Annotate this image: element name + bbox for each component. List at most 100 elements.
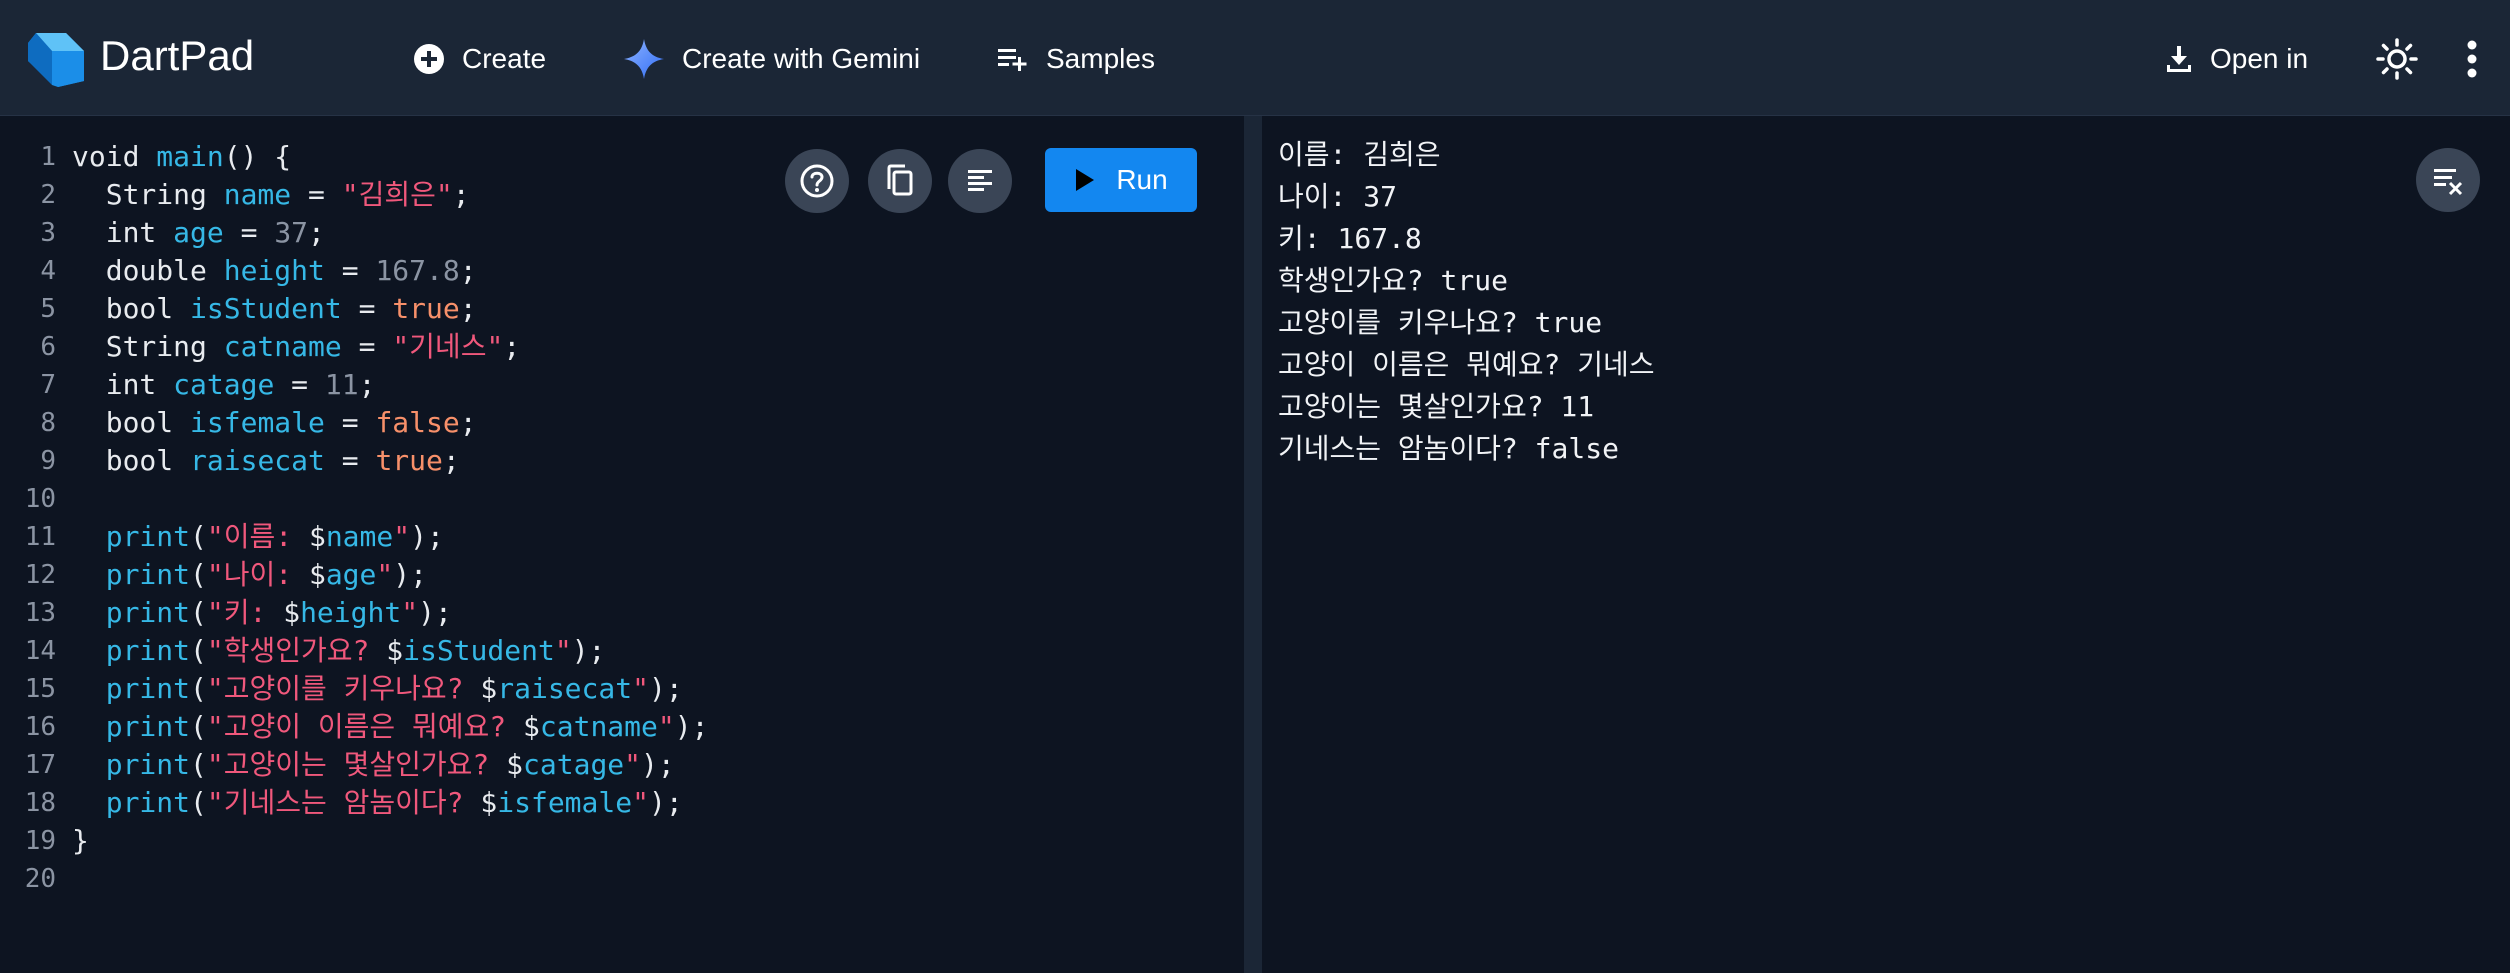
code-line[interactable] xyxy=(72,860,708,898)
code-token: " xyxy=(624,748,642,781)
code-token: isfemale xyxy=(497,786,633,819)
code-token: " xyxy=(393,520,411,553)
code-line[interactable]: bool raisecat = true; xyxy=(72,442,708,480)
code-line[interactable]: print("고양이 이름은 뭐예요? $catname"); xyxy=(72,708,709,746)
code-line[interactable] xyxy=(72,480,708,518)
code-line[interactable]: int age = 37; xyxy=(72,214,708,252)
code-token: catname xyxy=(539,710,658,743)
clear-console-button[interactable] xyxy=(2416,148,2480,212)
code-token: print xyxy=(105,786,191,819)
code-line[interactable]: void main() { xyxy=(72,138,708,176)
code-token: ); xyxy=(648,786,683,819)
code-token: height xyxy=(300,596,402,629)
play-icon xyxy=(1076,169,1095,191)
code-line[interactable]: print("나이: $age"); xyxy=(72,556,708,594)
code-line[interactable]: } xyxy=(72,822,708,860)
code-token: bool xyxy=(72,406,191,439)
code-token: print xyxy=(105,596,191,629)
create-button[interactable]: Create xyxy=(412,34,546,84)
clear-all-icon xyxy=(2434,169,2463,196)
line-number: 12 xyxy=(24,560,56,590)
pane-divider[interactable] xyxy=(1244,116,1262,973)
code-token: ); xyxy=(571,634,606,667)
code-token: " xyxy=(554,634,572,667)
code-line[interactable]: bool isfemale = false; xyxy=(72,404,708,442)
line-number: 19 xyxy=(24,826,56,856)
code-token: print xyxy=(105,710,191,743)
format-align-icon xyxy=(968,170,992,191)
sun-icon xyxy=(2376,38,2418,80)
more-vert-icon xyxy=(2467,40,2477,78)
format-button[interactable] xyxy=(948,149,1012,213)
code-token: 11 xyxy=(324,368,359,401)
console-output: 이름: 김희은 나이: 37 키: 167.8 학생인가요? true 고양이를 키우나… xyxy=(1278,134,1655,470)
line-number: 6 xyxy=(40,332,56,362)
code-token: ( xyxy=(190,520,207,553)
code-line[interactable]: String catname = "기네스"; xyxy=(72,328,708,366)
code-line[interactable]: bool isStudent = true; xyxy=(72,290,708,328)
code-token: catage xyxy=(523,748,625,781)
code-token: = xyxy=(291,178,342,211)
console-line: 고양이를 키우나요? true xyxy=(1278,306,1603,339)
samples-button[interactable]: Samples xyxy=(996,34,1155,84)
run-button[interactable]: Run xyxy=(1045,148,1197,212)
playlist-add-icon xyxy=(998,49,1027,71)
code-text[interactable]: void main() { String name = "김희은"; int a… xyxy=(72,138,708,898)
code-line[interactable]: double height = 167.8; xyxy=(72,252,708,290)
code-token: $ xyxy=(480,786,498,819)
code-token: print xyxy=(105,558,191,591)
code-line[interactable]: print("키: $height"); xyxy=(72,594,708,632)
code-token: ; xyxy=(459,406,477,439)
code-token: ( xyxy=(190,786,207,819)
code-token: false xyxy=(375,406,460,439)
code-token: ( xyxy=(190,710,207,743)
code-line[interactable]: print("이름: $name"); xyxy=(72,518,708,556)
code-token: ( xyxy=(190,596,207,629)
code-editor[interactable]: 1 2 3 4 5 6 7 8 9 10 11 12 13 14 15 16 17 18 19 20 void mai… xyxy=(0,116,1244,973)
help-button[interactable] xyxy=(785,149,849,213)
code-token: ; xyxy=(459,254,477,287)
theme-toggle-button[interactable] xyxy=(2372,34,2422,84)
code-line[interactable]: print("기네스는 암놈이다? $isfemale"); xyxy=(72,784,708,822)
code-token: ); xyxy=(674,710,709,743)
code-token: main xyxy=(156,140,224,173)
help-icon xyxy=(800,164,834,198)
code-token: isStudent xyxy=(403,634,555,667)
copy-button[interactable] xyxy=(868,149,932,213)
code-line[interactable]: print("고양이는 몇살인가요? $catage"); xyxy=(72,746,708,784)
code-token: " xyxy=(632,672,649,705)
line-number: 2 xyxy=(40,180,56,210)
plus-circle-icon xyxy=(414,44,444,74)
code-line[interactable]: print("학생인가요? $isStudent"); xyxy=(72,632,708,670)
code-token: () { xyxy=(223,140,292,173)
code-token: 37 xyxy=(274,216,309,249)
download-icon xyxy=(2167,46,2191,72)
code-token: ); xyxy=(641,748,675,781)
line-number: 4 xyxy=(40,256,56,286)
run-label: Run xyxy=(1116,164,1168,195)
code-token: $ xyxy=(308,558,326,591)
code-token: " xyxy=(401,596,419,629)
create-with-gemini-button[interactable]: Create with Gemini xyxy=(622,34,920,84)
code-token: isStudent xyxy=(190,292,342,325)
open-in-label: Open in xyxy=(2210,43,2309,74)
more-menu-button[interactable] xyxy=(2452,34,2492,84)
code-token: = xyxy=(223,216,275,249)
code-token: " xyxy=(376,558,394,591)
code-token: ; xyxy=(503,330,521,363)
top-app-bar: DartPad Create Create with Gemini Sample… xyxy=(0,0,2510,116)
code-token: "고양이를 키우나요? xyxy=(206,672,481,705)
console-line: 이름: 김희은 xyxy=(1278,138,1441,171)
code-token: ; xyxy=(459,292,477,325)
code-line[interactable]: String name = "김희은"; xyxy=(72,176,708,214)
app-title: DartPad xyxy=(100,32,255,79)
open-in-button[interactable]: Open in xyxy=(2164,34,2308,84)
code-token: true xyxy=(392,292,460,325)
code-token: ( xyxy=(190,558,207,591)
code-token: ); xyxy=(393,558,427,591)
code-line[interactable]: int catage = 11; xyxy=(72,366,708,404)
code-token: int xyxy=(72,368,174,401)
code-line[interactable]: print("고양이를 키우나요? $raisecat"); xyxy=(72,670,708,708)
